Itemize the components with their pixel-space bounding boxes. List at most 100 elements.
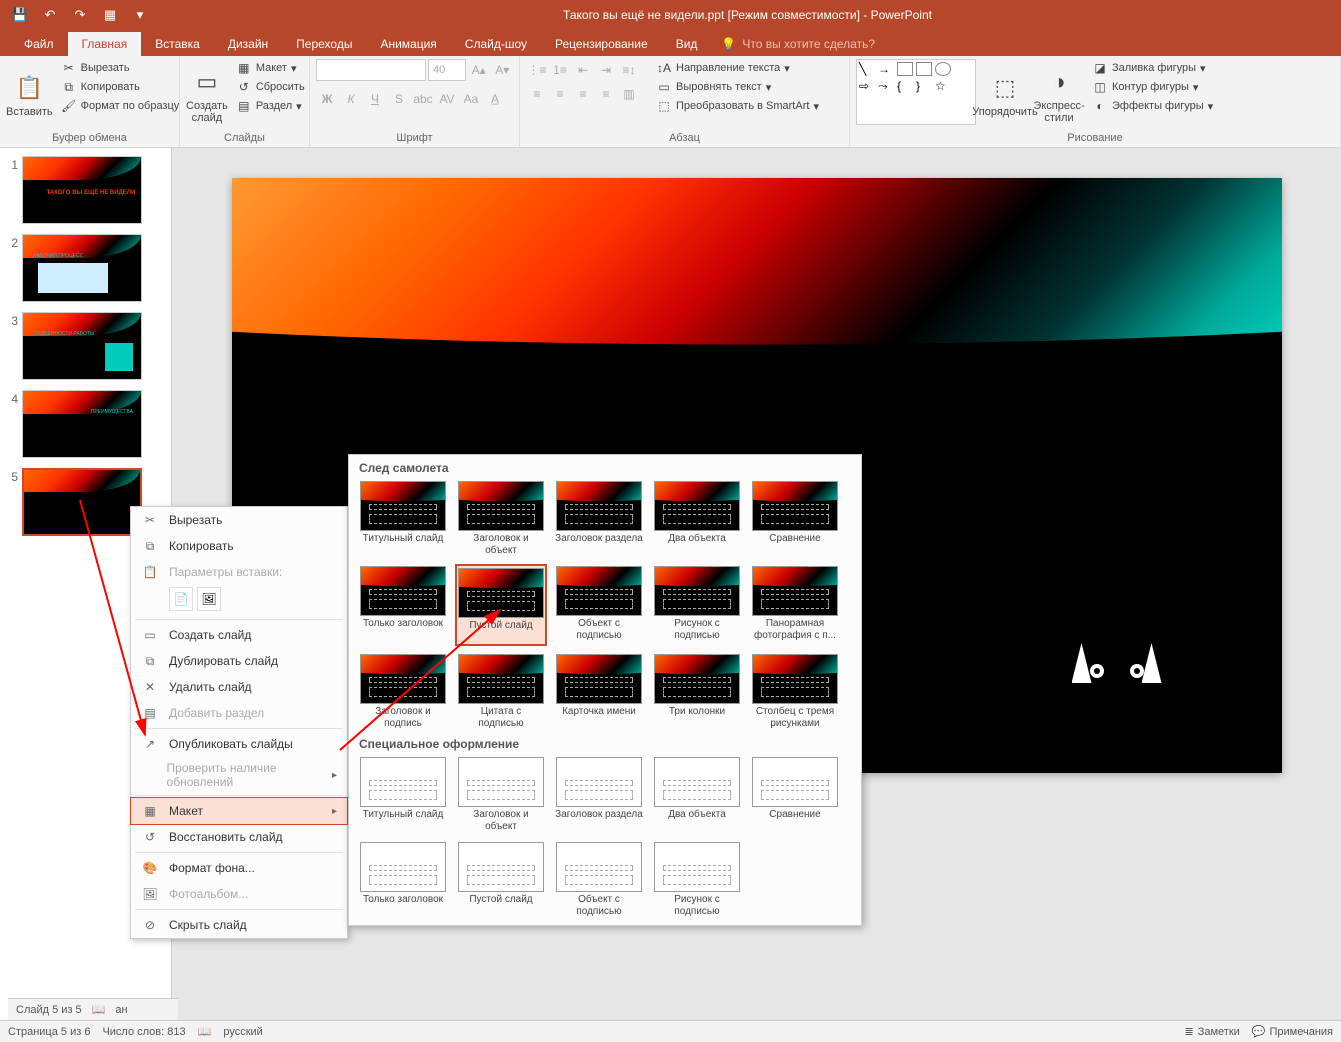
cm-delete[interactable]: ✕Удалить слайд [131, 674, 347, 700]
shape-effects-button[interactable]: ◐Эффекты фигуры ▾ [1088, 97, 1217, 115]
cm-reset[interactable]: ↺Восстановить слайд [131, 824, 347, 850]
thumbnail-2[interactable]: 2 РАБОЧИЙ ПРОЦЕСС [4, 234, 167, 302]
layout-option[interactable]: Три колонки [651, 652, 743, 731]
layout-option[interactable]: Столбец с тремя рисунками [749, 652, 841, 731]
tab-insert[interactable]: Вставка [141, 32, 214, 56]
italic-button[interactable]: К [340, 88, 362, 110]
layout-option[interactable]: Только заголовок [357, 564, 449, 646]
thumbnail-4[interactable]: 4 ПРЕИМУЩЕСТВА [4, 390, 167, 458]
layout-option[interactable]: Пустой слайд [455, 564, 547, 646]
shapes-gallery[interactable]: ╲ → ⇨ ⤳ { } ☆ [856, 59, 976, 125]
justify-button[interactable]: ≡ [595, 83, 617, 105]
increase-indent-button[interactable]: ⇥ [595, 59, 617, 81]
strikethrough-button[interactable]: abc [412, 88, 434, 110]
start-from-beginning-icon[interactable]: ▦ [96, 1, 124, 29]
thumbnail-1[interactable]: 1 ТАКОГО ВЫ ЕЩЁ НЕ ВИДЕЛИ [4, 156, 167, 224]
cm-copy[interactable]: ⧉Копировать [131, 533, 347, 559]
tab-transitions[interactable]: Переходы [282, 32, 366, 56]
layout-option[interactable]: Заголовок и объект [455, 755, 547, 834]
layout-option[interactable]: Рисунок с подписью [651, 564, 743, 646]
underline-button[interactable]: Ч [364, 88, 386, 110]
layout-option[interactable]: Цитата с подписью [455, 652, 547, 731]
layout-option[interactable]: Два объекта [651, 479, 743, 558]
layout-option[interactable]: Объект с подписью [553, 564, 645, 646]
cm-cut[interactable]: ✂Вырезать [131, 507, 347, 533]
layout-option[interactable]: Объект с подписью [553, 840, 645, 919]
layout-option[interactable]: Только заголовок [357, 840, 449, 919]
cm-publish[interactable]: ↗Опубликовать слайды [131, 731, 347, 757]
cm-hide[interactable]: ⊘Скрыть слайд [131, 912, 347, 938]
decrease-indent-button[interactable]: ⇤ [572, 59, 594, 81]
paste-button[interactable]: 📋 Вставить [6, 59, 53, 130]
shape-line-icon[interactable]: ╲ [859, 62, 875, 76]
layout-option[interactable]: Пустой слайд [455, 840, 547, 919]
smartart-button[interactable]: ⬚Преобразовать в SmartArt ▾ [652, 97, 823, 115]
shape-rect-icon[interactable] [897, 62, 913, 76]
language-indicator[interactable]: русский [223, 1026, 262, 1038]
shape-curve-icon[interactable]: ⤳ [878, 79, 894, 93]
layout-option[interactable]: Сравнение [749, 479, 841, 558]
layout-button[interactable]: ▦Макет ▾ [232, 59, 309, 77]
change-case-button[interactable]: Aa [460, 88, 482, 110]
paste-keep-formatting-icon[interactable]: 📄 [169, 587, 193, 611]
font-family-select[interactable] [316, 59, 426, 81]
shape-arrow-icon[interactable]: → [878, 62, 894, 76]
layout-option[interactable]: Заголовок и объект [455, 479, 547, 558]
reset-button[interactable]: ↺Сбросить [232, 78, 309, 96]
spellcheck-icon[interactable]: 📖 [92, 1003, 106, 1016]
bullets-button[interactable]: ⋮≡ [526, 59, 548, 81]
shape-brace-icon[interactable]: { [897, 79, 913, 93]
shape-star-icon[interactable]: ☆ [935, 79, 951, 93]
tab-view[interactable]: Вид [662, 32, 712, 56]
comments-button[interactable]: 💬 Примечания [1252, 1025, 1333, 1038]
save-icon[interactable]: 💾 [6, 1, 34, 29]
tell-me-search[interactable]: 💡 Что вы хотите сделать? [711, 32, 885, 56]
redo-icon[interactable]: ↷ [66, 1, 94, 29]
align-text-button[interactable]: ▭Выровнять текст ▾ [652, 78, 823, 96]
layout-option[interactable]: Заголовок и подпись [357, 652, 449, 731]
align-right-button[interactable]: ≡ [572, 83, 594, 105]
bold-button[interactable]: Ж [316, 88, 338, 110]
word-count[interactable]: Число слов: 813 [102, 1026, 185, 1038]
shape-fill-button[interactable]: ◪Заливка фигуры ▾ [1088, 59, 1217, 77]
text-direction-button[interactable]: ↕AНаправление текста ▾ [652, 59, 823, 77]
tab-review[interactable]: Рецензирование [541, 32, 662, 56]
section-button[interactable]: ▤Раздел ▾ [232, 97, 309, 115]
cut-button[interactable]: ✂Вырезать [57, 59, 184, 77]
shape-oval-icon[interactable] [935, 62, 951, 76]
layout-option[interactable]: Карточка имени [553, 652, 645, 731]
shadow-button[interactable]: S [388, 88, 410, 110]
tab-design[interactable]: Дизайн [214, 32, 282, 56]
spellcheck-icon[interactable]: 📖 [198, 1025, 212, 1038]
tab-home[interactable]: Главная [68, 32, 142, 56]
cm-duplicate[interactable]: ⧉Дублировать слайд [131, 648, 347, 674]
columns-button[interactable]: ▥ [618, 83, 640, 105]
layout-option[interactable]: Титульный слайд [357, 479, 449, 558]
quick-styles-button[interactable]: ◑ Экспресс- стили [1034, 59, 1084, 130]
format-painter-button[interactable]: 🖌Формат по образцу [57, 97, 184, 115]
cm-layout[interactable]: ▦Макет▸ [130, 797, 348, 825]
font-size-select[interactable] [428, 59, 466, 81]
layout-option[interactable]: Титульный слайд [357, 755, 449, 834]
layout-option[interactable]: Заголовок раздела [553, 755, 645, 834]
align-center-button[interactable]: ≡ [549, 83, 571, 105]
align-left-button[interactable]: ≡ [526, 83, 548, 105]
layout-option[interactable]: Два объекта [651, 755, 743, 834]
qat-customize-icon[interactable]: ▾ [126, 1, 154, 29]
layout-option[interactable]: Заголовок раздела [553, 479, 645, 558]
notes-button[interactable]: ≣ Заметки [1184, 1025, 1239, 1038]
shape-tri-icon[interactable] [954, 62, 970, 76]
layout-option[interactable]: Рисунок с подписью [651, 840, 743, 919]
numbering-button[interactable]: 1≡ [549, 59, 571, 81]
tab-animations[interactable]: Анимация [366, 32, 450, 56]
shape-outline-button[interactable]: ◫Контур фигуры ▾ [1088, 78, 1217, 96]
thumbnail-3[interactable]: 3 ОСОБЕННОСТИ РАБОТЫ [4, 312, 167, 380]
line-spacing-button[interactable]: ≡↕ [618, 59, 640, 81]
shape-arrow2-icon[interactable]: ⇨ [859, 79, 875, 93]
cm-new-slide[interactable]: ▭Создать слайд [131, 622, 347, 648]
increase-font-icon[interactable]: A▴ [468, 59, 490, 81]
paste-picture-icon[interactable]: 🖼 [197, 587, 221, 611]
tab-slideshow[interactable]: Слайд-шоу [451, 32, 541, 56]
tab-file[interactable]: Файл [10, 32, 68, 56]
copy-button[interactable]: ⧉Копировать [57, 78, 184, 96]
